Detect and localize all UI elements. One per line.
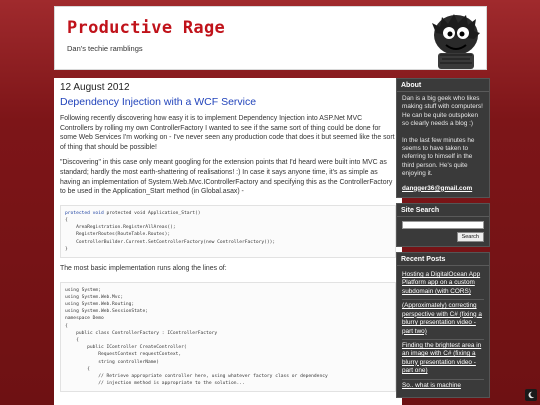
code-line: namespace Demo [65,316,104,322]
email-link[interactable]: dangger36@gmail.com [402,185,484,193]
about-heading: About [397,79,489,92]
code-line: AreaRegistration.RegisterAllAreas(); [65,225,176,231]
code-line: { [65,366,90,372]
search-box: Site Search Search [396,203,490,248]
search-input[interactable] [402,221,484,230]
code-line: // injection method is appropriate to th… [65,381,245,387]
sidebar: About Dan is a big geek who likes making… [396,78,490,403]
code-line: protected void protected void Applicatio… [65,210,201,216]
post-paragraph-2: "Discovering" in this case only meant go… [60,159,393,196]
code-line: { [65,217,68,223]
recent-post-item[interactable]: Hosting a DigitalOcean App Platform app … [402,269,484,301]
about-text-1: Dan is a big geek who likes making stuff… [402,95,483,128]
recent-post-item[interactable]: So.. what is machine [402,380,484,393]
search-button[interactable]: Search [456,232,484,243]
post-paragraph-1: Following recently discovering how easy … [60,115,395,151]
code-line: { [65,323,68,329]
code-line: public class ControllerFactory : IContro… [65,330,218,336]
code-line: RegisterRoutes(RouteTable.Routes); [65,232,171,238]
code-line: RequestContext requestContext, [65,352,182,358]
code-line: { [65,337,79,343]
moon-icon [528,391,535,399]
recent-post-item[interactable]: (Approximately) correcting perspective w… [402,300,484,340]
about-text-2: In the last few minutes he seems to have… [402,136,475,178]
code-line: using System; [65,287,101,293]
post-title[interactable]: Dependency Injection with a WCF Service [60,96,396,108]
main-content: 12 August 2012 Dependency Injection with… [54,78,402,405]
code-line: public IController CreateController( [65,345,187,351]
recent-post-item[interactable]: Finding the brightest area in an image w… [402,340,484,380]
site-header: Productive Rage Dan's techie ramblings [54,6,487,70]
about-box: About Dan is a big geek who likes making… [396,78,490,199]
site-subtitle: Dan's techie ramblings [67,44,143,53]
code-block-2: using System; using System.Web.Mvc; usin… [60,281,396,393]
code-block-1: protected void protected void Applicatio… [60,204,396,258]
mascot-logo-icon [432,14,480,69]
post-paragraph-3: The most basic implementation runs along… [60,264,227,272]
code-line: string controllerName) [65,359,160,365]
recent-posts-heading: Recent Posts [397,253,489,267]
post-date: 12 August 2012 [60,82,130,93]
recent-posts-box: Recent Posts Hosting a DigitalOcean App … [396,252,490,398]
search-heading: Site Search [397,204,489,218]
theme-toggle-button[interactable] [525,389,537,401]
code-line: // Retrieve appropriate controller here,… [65,374,328,379]
code-line: ControllerBuilder.Current.SetControllerF… [65,239,276,245]
code-line: using System.Web.Mvc; [65,294,124,300]
code-line: using System.Web.Routing; [65,301,135,307]
code-line: } [65,246,68,252]
site-title[interactable]: Productive Rage [67,18,225,38]
code-line: using System.Web.SessionState; [65,309,148,315]
